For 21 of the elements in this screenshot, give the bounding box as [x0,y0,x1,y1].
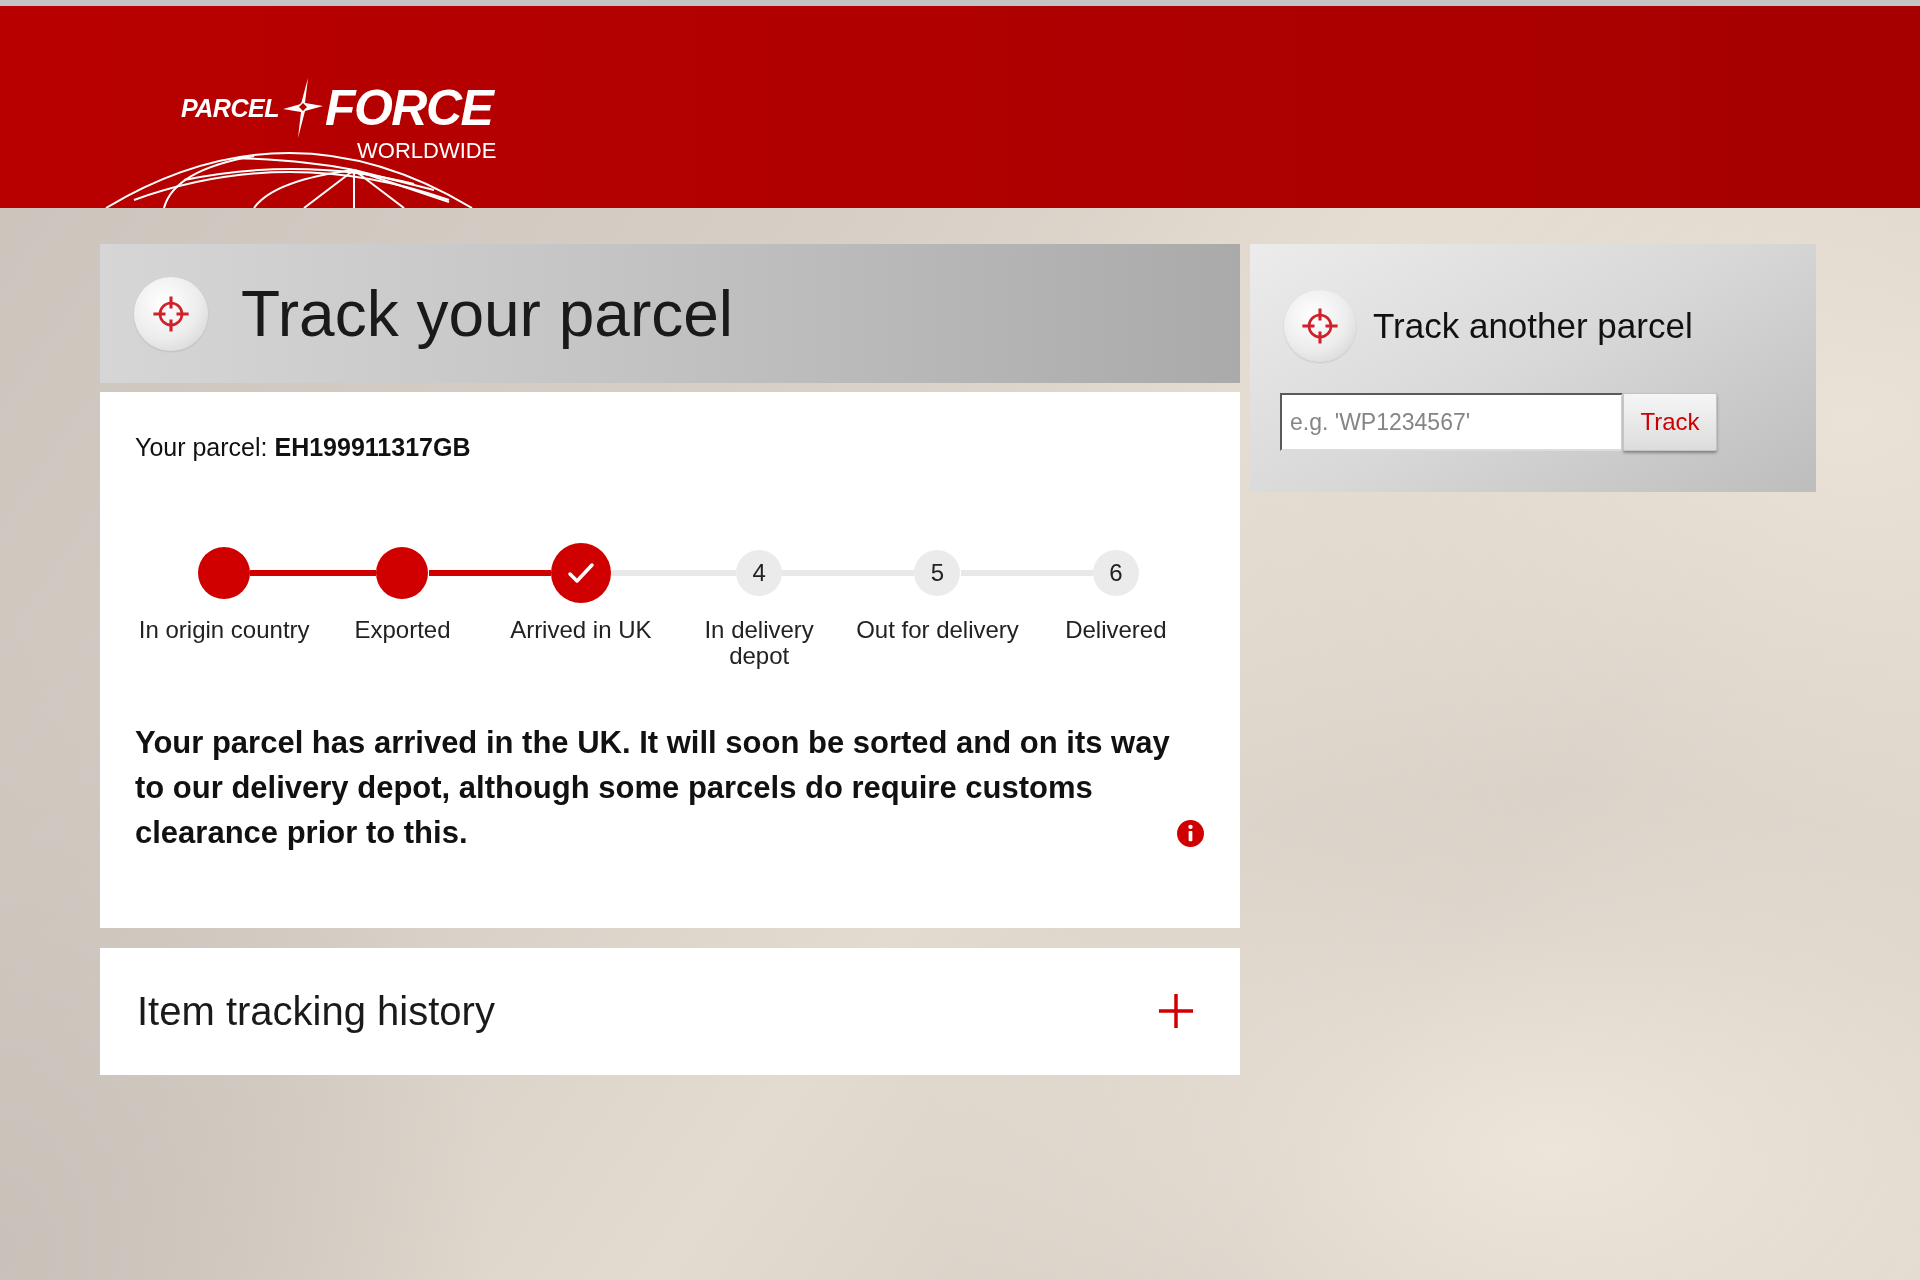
logo-tagline: WORLDWIDE [357,140,497,162]
history-title: Item tracking history [137,989,495,1034]
logo-wordmark: PARCEL [181,95,279,121]
step-number: 5 [914,550,961,596]
star-icon [282,78,323,138]
logo-wordmark: FORCE [324,83,493,133]
plus-icon[interactable] [1159,994,1193,1029]
info-icon[interactable] [1177,819,1204,847]
step-label: In delivery depot [703,617,815,670]
step-label: In origin country [138,617,310,644]
track-button[interactable]: Track [1623,393,1717,451]
status-message: Your parcel has arrived in the UK. It will soon be sorted and on its way to our delivery depot, although some parcels do require customs clearance prior to this. [135,723,1171,852]
parcel-number-text: Your parcel: EH199911317GB [135,432,472,462]
step-label: Delivered [1065,617,1167,644]
step-label: Arrived in UK [510,617,652,644]
tracking-number-input[interactable]: e.g. 'WP1234567' [1280,393,1623,451]
step-number: 4 [736,550,783,596]
panel-title: Track another parcel [1373,306,1693,346]
step-label: Out for delivery [856,617,1019,644]
step-label: Exported [354,617,451,644]
step-number: 6 [1092,550,1139,596]
